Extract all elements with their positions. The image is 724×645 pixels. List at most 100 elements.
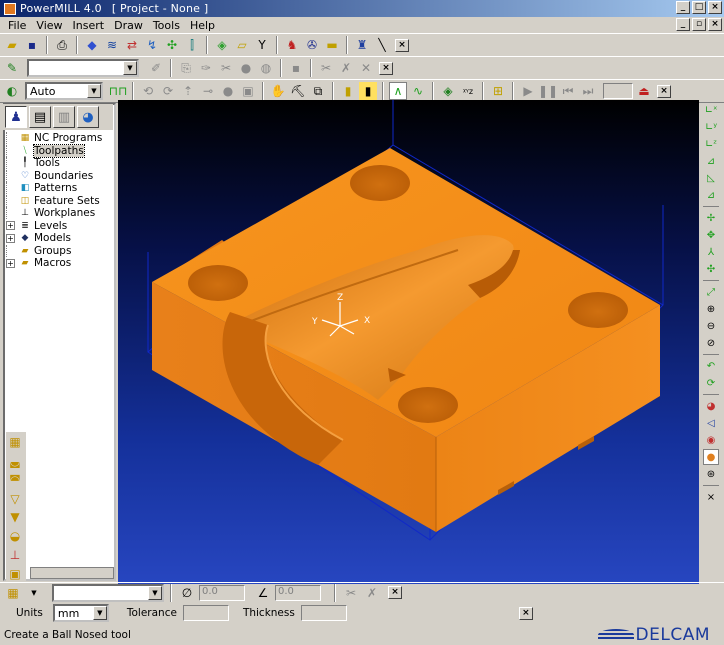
menu-view[interactable]: View bbox=[32, 19, 68, 32]
view-iso3-icon[interactable]: ⊿ bbox=[703, 187, 719, 203]
pause-icon[interactable]: ❚❚ bbox=[538, 82, 558, 100]
rotate-icon[interactable]: ✥ bbox=[703, 227, 719, 243]
toolpath-activate-icon[interactable]: ✐ bbox=[147, 59, 165, 77]
ball-nosed-tool-icon[interactable]: ◛ bbox=[6, 453, 24, 470]
surface-icon[interactable]: ▱ bbox=[233, 36, 251, 54]
pan-up-icon[interactable]: ✢ bbox=[703, 210, 719, 226]
doc-minimize-button[interactable]: _ bbox=[676, 18, 690, 31]
toolpath-copy-icon[interactable]: ⎘ bbox=[177, 59, 195, 77]
zoom-in-icon[interactable]: ⊕ bbox=[703, 301, 719, 317]
chevron-down-icon[interactable]: ▼ bbox=[87, 84, 101, 98]
toolpath-toolbar-close-button[interactable]: × bbox=[379, 61, 393, 75]
tool-icon[interactable]: Y bbox=[253, 36, 271, 54]
toolpath-clear-icon[interactable]: ✕ bbox=[357, 59, 375, 77]
toolpath-delete-icon[interactable]: ✗ bbox=[337, 59, 355, 77]
menu-help[interactable]: Help bbox=[186, 19, 221, 32]
globe-icon[interactable]: ⊛ bbox=[703, 466, 719, 482]
tool-delete-icon[interactable]: ✗ bbox=[363, 584, 381, 602]
pen-icon[interactable]: ╲ bbox=[373, 36, 391, 54]
tree-item-feature-sets[interactable]: ◫ Feature Sets bbox=[6, 194, 114, 208]
mode-select[interactable]: Auto ▼ bbox=[25, 82, 103, 100]
tab-clipboard-icon[interactable]: ▥ bbox=[53, 106, 75, 128]
expand-icon[interactable]: + bbox=[6, 221, 15, 231]
tree-item-tools[interactable]: ╿ Tools bbox=[6, 157, 114, 170]
drill-tool-icon[interactable]: ◒ bbox=[6, 528, 24, 545]
tolerance-field[interactable] bbox=[182, 605, 229, 621]
sim-tool-icon[interactable]: ⛏ bbox=[289, 82, 307, 100]
fast-forward-icon[interactable]: ⏭ bbox=[579, 82, 597, 100]
form-tool-icon[interactable]: ▣ bbox=[6, 565, 24, 582]
tab-properties-icon[interactable]: ▤ bbox=[29, 106, 51, 128]
open-icon[interactable]: ▰ bbox=[3, 36, 21, 54]
undo-view-icon[interactable]: ↶ bbox=[703, 358, 719, 374]
tree-item-levels[interactable]: + ≣ Levels bbox=[6, 220, 114, 233]
stock-icon[interactable]: ▮ bbox=[339, 82, 357, 100]
expand-icon[interactable]: + bbox=[6, 258, 15, 268]
end-mill-tool-icon[interactable]: ▦ bbox=[6, 434, 24, 451]
wireframe-icon[interactable]: ◁ bbox=[703, 415, 719, 431]
view-iso1-icon[interactable]: ⊿ bbox=[703, 153, 719, 169]
path-show-icon[interactable]: ∧ bbox=[389, 82, 407, 100]
tree-item-groups[interactable]: ▰ Groups bbox=[6, 244, 114, 258]
spin-icon[interactable]: ✣ bbox=[703, 261, 719, 277]
multicolor-shade-icon[interactable]: ◉ bbox=[703, 432, 719, 448]
toolpath-gouge-icon[interactable]: ◍ bbox=[257, 59, 275, 77]
view-x-icon[interactable]: ∟ˣ bbox=[703, 102, 719, 118]
zoom-out-icon[interactable]: ⊖ bbox=[703, 318, 719, 334]
doc-restore-button[interactable]: ▫ bbox=[692, 18, 706, 31]
toolpath-verify-icon[interactable]: ● bbox=[237, 59, 255, 77]
toolpath-trim-icon[interactable]: ✂ bbox=[217, 59, 235, 77]
doc-close-button[interactable]: × bbox=[708, 18, 722, 31]
sim-step-back-icon[interactable]: ⟲ bbox=[139, 82, 157, 100]
verify-icon[interactable]: ✇ bbox=[303, 36, 321, 54]
tool-select[interactable]: ▼ bbox=[52, 583, 164, 602]
triad-icon[interactable]: ⅄ bbox=[703, 244, 719, 260]
tip-radiused-tool-icon[interactable]: ◚ bbox=[6, 472, 24, 489]
tree-item-patterns[interactable]: ◧ Patterns bbox=[6, 182, 114, 195]
block-icon[interactable]: ◆ bbox=[83, 36, 101, 54]
sim-strategy-icon[interactable]: ◐ bbox=[3, 82, 21, 100]
close-button[interactable]: × bbox=[708, 1, 722, 14]
tab-explorer-icon[interactable]: ♟ bbox=[5, 106, 27, 128]
chevron-down-icon[interactable]: ▼ bbox=[92, 606, 107, 620]
sphere-shade-icon[interactable]: ● bbox=[703, 449, 719, 465]
sim-lift-icon[interactable]: ⇡ bbox=[179, 82, 197, 100]
sim-cube-icon[interactable]: ▣ bbox=[239, 82, 257, 100]
toolpath-calc-icon[interactable]: ≋ bbox=[103, 36, 121, 54]
taper-tipped-tool-icon[interactable]: ▼ bbox=[6, 509, 24, 526]
tree-item-macros[interactable]: + ▰ Macros bbox=[6, 257, 114, 270]
machine-icon[interactable]: ♜ bbox=[353, 36, 371, 54]
menu-tools[interactable]: Tools bbox=[149, 19, 186, 32]
toolpath-cut-icon[interactable]: ✂ bbox=[317, 59, 335, 77]
start-end-point-icon[interactable]: ⫿ bbox=[183, 36, 201, 54]
zoom-fit-icon[interactable]: ⤢ bbox=[703, 284, 719, 300]
sim-point-icon[interactable]: ● bbox=[219, 82, 237, 100]
path-wave-icon[interactable]: ∿ bbox=[409, 82, 427, 100]
tab-globe-icon[interactable]: ◕ bbox=[77, 106, 99, 128]
toolpath-strategy-icon[interactable]: ✎ bbox=[3, 59, 21, 77]
rewind-icon[interactable]: ⏮ bbox=[559, 82, 577, 100]
menu-file[interactable]: File bbox=[4, 19, 32, 32]
layers-icon[interactable]: ◈ bbox=[213, 36, 231, 54]
tool-cut-icon[interactable]: ✂ bbox=[342, 584, 360, 602]
horizontal-scrollbar[interactable] bbox=[30, 567, 114, 579]
chevron-down-icon[interactable]: ▼ bbox=[148, 585, 162, 600]
tree-item-boundaries[interactable]: ♡ Boundaries bbox=[6, 169, 114, 183]
minimize-button[interactable]: _ bbox=[676, 1, 690, 14]
view-z-icon[interactable]: ∟ᶻ bbox=[703, 136, 719, 152]
expand-icon[interactable]: + bbox=[6, 233, 15, 243]
workplane-icon[interactable]: ◈ bbox=[439, 82, 457, 100]
chevron-down-icon[interactable]: ▼ bbox=[25, 584, 43, 602]
leads-links-icon[interactable]: ⇄ bbox=[123, 36, 141, 54]
tree-item-nc-programs[interactable]: ▦ NC Programs bbox=[6, 132, 114, 145]
ruler-icon[interactable]: ▬ bbox=[323, 36, 341, 54]
toolpath-save-icon[interactable]: ▪ bbox=[287, 59, 305, 77]
units-select[interactable]: mm ▼ bbox=[52, 604, 109, 622]
print-icon[interactable]: ⎙ bbox=[53, 36, 71, 54]
simulate-icon[interactable]: ♞ bbox=[283, 36, 301, 54]
menu-insert[interactable]: Insert bbox=[69, 19, 111, 32]
view-iso2-icon[interactable]: ◺ bbox=[703, 170, 719, 186]
chevron-down-icon[interactable]: ▼ bbox=[123, 61, 137, 75]
machine-all-icon[interactable]: ⊓⊓ bbox=[109, 82, 128, 100]
sim-step-icon[interactable]: ⟳ bbox=[159, 82, 177, 100]
